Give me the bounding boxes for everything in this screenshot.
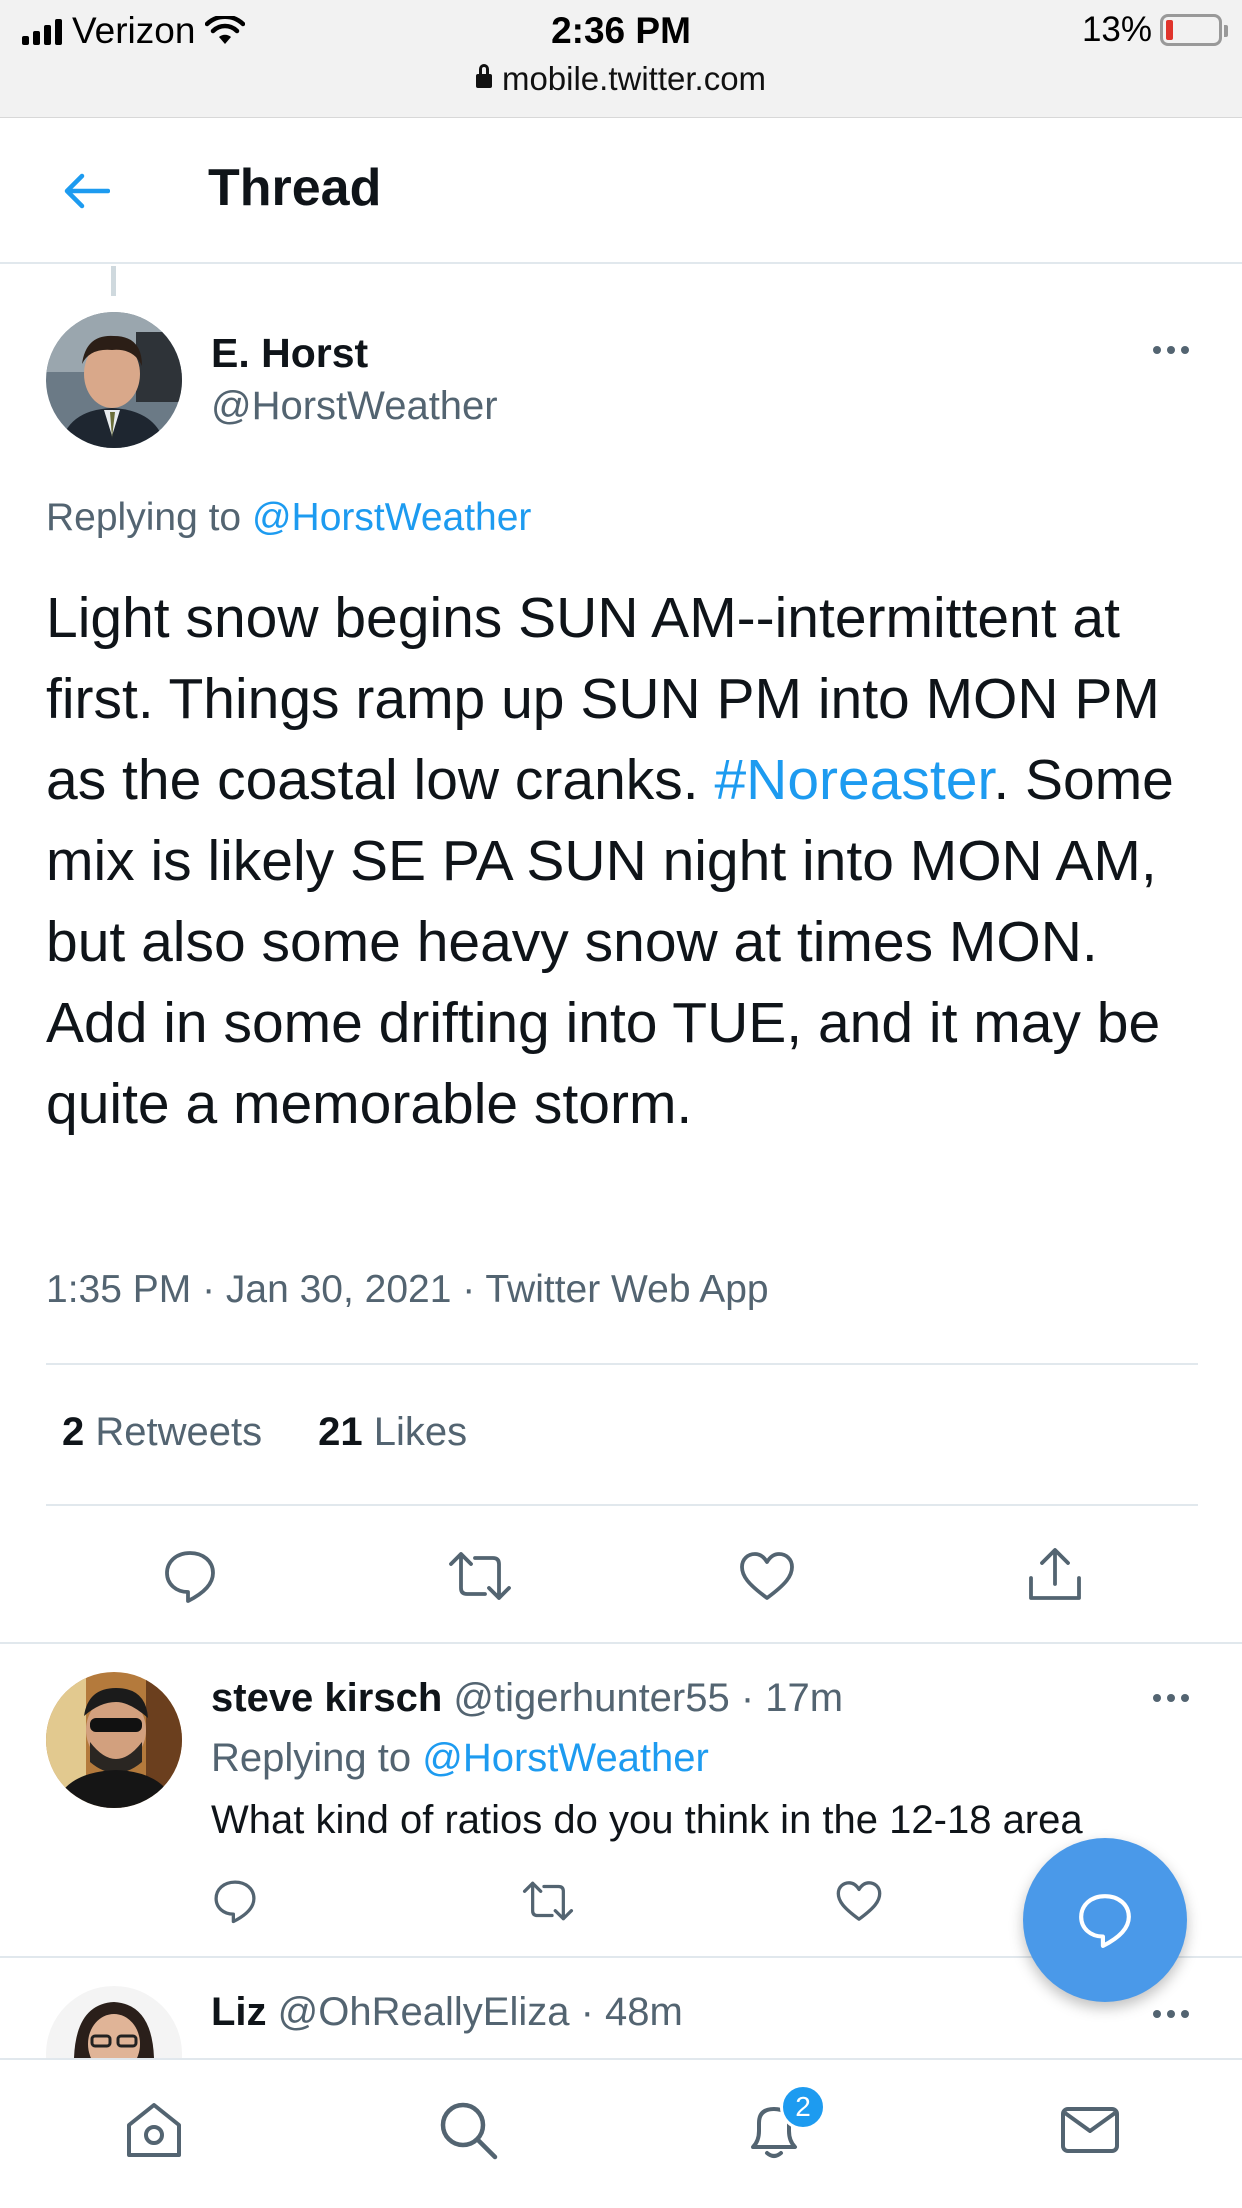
reply-author-name[interactable]: Liz	[211, 1990, 267, 2034]
author-handle[interactable]: @HorstWeather	[211, 384, 498, 429]
reply-header: steve kirsch @tigerhunter55 · 17m	[211, 1676, 843, 1721]
compose-reply-button[interactable]	[1023, 1838, 1187, 2002]
retweet-icon	[449, 1552, 511, 1600]
likes-count: 21	[318, 1410, 363, 1454]
more-options-button[interactable]	[1153, 1694, 1189, 1702]
reply-author-handle-time[interactable]: @tigerhunter55 · 17m	[453, 1676, 843, 1720]
clock: 2:36 PM	[551, 10, 691, 51]
thread-connector-line	[111, 266, 116, 296]
battery-icon	[1160, 14, 1228, 46]
reply-icon	[1079, 1894, 1131, 1948]
battery-percent: 13%	[1081, 10, 1152, 49]
mail-icon	[1061, 2107, 1119, 2153]
lock-icon	[475, 64, 492, 88]
tweet-text: Light snow begins SUN AM--intermittent a…	[46, 578, 1206, 1145]
notifications-badge: 2	[780, 2084, 826, 2130]
retweets-label: Retweets	[84, 1410, 263, 1454]
section-separator	[0, 1642, 1242, 1644]
avatar[interactable]	[46, 1672, 182, 1808]
more-options-button[interactable]	[1153, 346, 1189, 354]
tweet-timestamp[interactable]: 1:35 PM · Jan 30, 2021 · Twitter Web App	[46, 1268, 769, 1312]
share-icon	[1029, 1548, 1081, 1600]
home-icon	[127, 2103, 181, 2157]
avatar-image	[46, 1672, 182, 1808]
share-button[interactable]	[1024, 1544, 1086, 1606]
replying-to: Replying to @HorstWeather	[46, 496, 531, 540]
replying-to-label: Replying to	[46, 496, 252, 539]
replying-to-handle-link[interactable]: @HorstWeather	[422, 1736, 709, 1780]
likes-label: Likes	[362, 1410, 468, 1454]
replying-to: Replying to @HorstWeather	[211, 1736, 709, 1781]
reply-button[interactable]	[210, 1876, 260, 1926]
status-right: 13%	[1081, 10, 1228, 50]
address-bar[interactable]: mobile.twitter.com	[0, 60, 1242, 98]
status-bar: Verizon 2:36 PM mobile.twitter.com 13%	[0, 0, 1242, 118]
avatar[interactable]	[46, 312, 182, 448]
reply-author-name[interactable]: steve kirsch	[211, 1676, 442, 1720]
more-options-button[interactable]	[1153, 2010, 1189, 2018]
retweet-icon	[522, 1881, 574, 1921]
tweet-stats: 2 Retweets 21 Likes	[62, 1410, 467, 1455]
heart-icon	[836, 1881, 882, 1921]
avatar-image	[46, 1986, 182, 2058]
divider	[46, 1504, 1198, 1506]
reply-author-handle-time[interactable]: @OhReallyEliza · 48m	[278, 1990, 683, 2034]
like-button[interactable]	[834, 1878, 884, 1924]
hashtag-link[interactable]: #Noreaster	[714, 748, 993, 812]
retweets-stat[interactable]: 2 Retweets	[62, 1410, 262, 1455]
back-button[interactable]	[58, 166, 114, 216]
reply-header: Liz @OhReallyEliza · 48m	[211, 1990, 683, 2035]
divider	[46, 1363, 1198, 1365]
avatar[interactable]	[46, 1986, 182, 2058]
page-header: Thread	[0, 118, 1242, 264]
retweet-button[interactable]	[445, 1546, 515, 1606]
likes-stat[interactable]: 21 Likes	[318, 1410, 467, 1455]
heart-icon	[740, 1552, 794, 1600]
retweet-button[interactable]	[520, 1878, 576, 1924]
search-icon	[440, 2102, 498, 2160]
nav-search[interactable]	[428, 2090, 508, 2170]
reply-icon	[214, 1880, 256, 1924]
arrow-left-icon	[64, 173, 110, 209]
reply-button[interactable]	[160, 1546, 220, 1606]
reply-text: What kind of ratios do you think in the …	[211, 1798, 1083, 1842]
bottom-nav	[0, 2058, 1242, 2208]
url-text: mobile.twitter.com	[501, 60, 767, 97]
replying-to-handle-link[interactable]: @HorstWeather	[252, 496, 531, 539]
reply-icon	[165, 1551, 215, 1603]
retweets-count: 2	[62, 1410, 85, 1454]
avatar-image	[46, 312, 182, 448]
nav-home[interactable]	[114, 2090, 194, 2170]
nav-messages[interactable]	[1050, 2090, 1130, 2170]
author-name[interactable]: E. Horst	[211, 330, 368, 377]
like-button[interactable]	[736, 1546, 798, 1606]
replying-to-label: Replying to	[211, 1736, 423, 1780]
page-title: Thread	[208, 159, 382, 217]
